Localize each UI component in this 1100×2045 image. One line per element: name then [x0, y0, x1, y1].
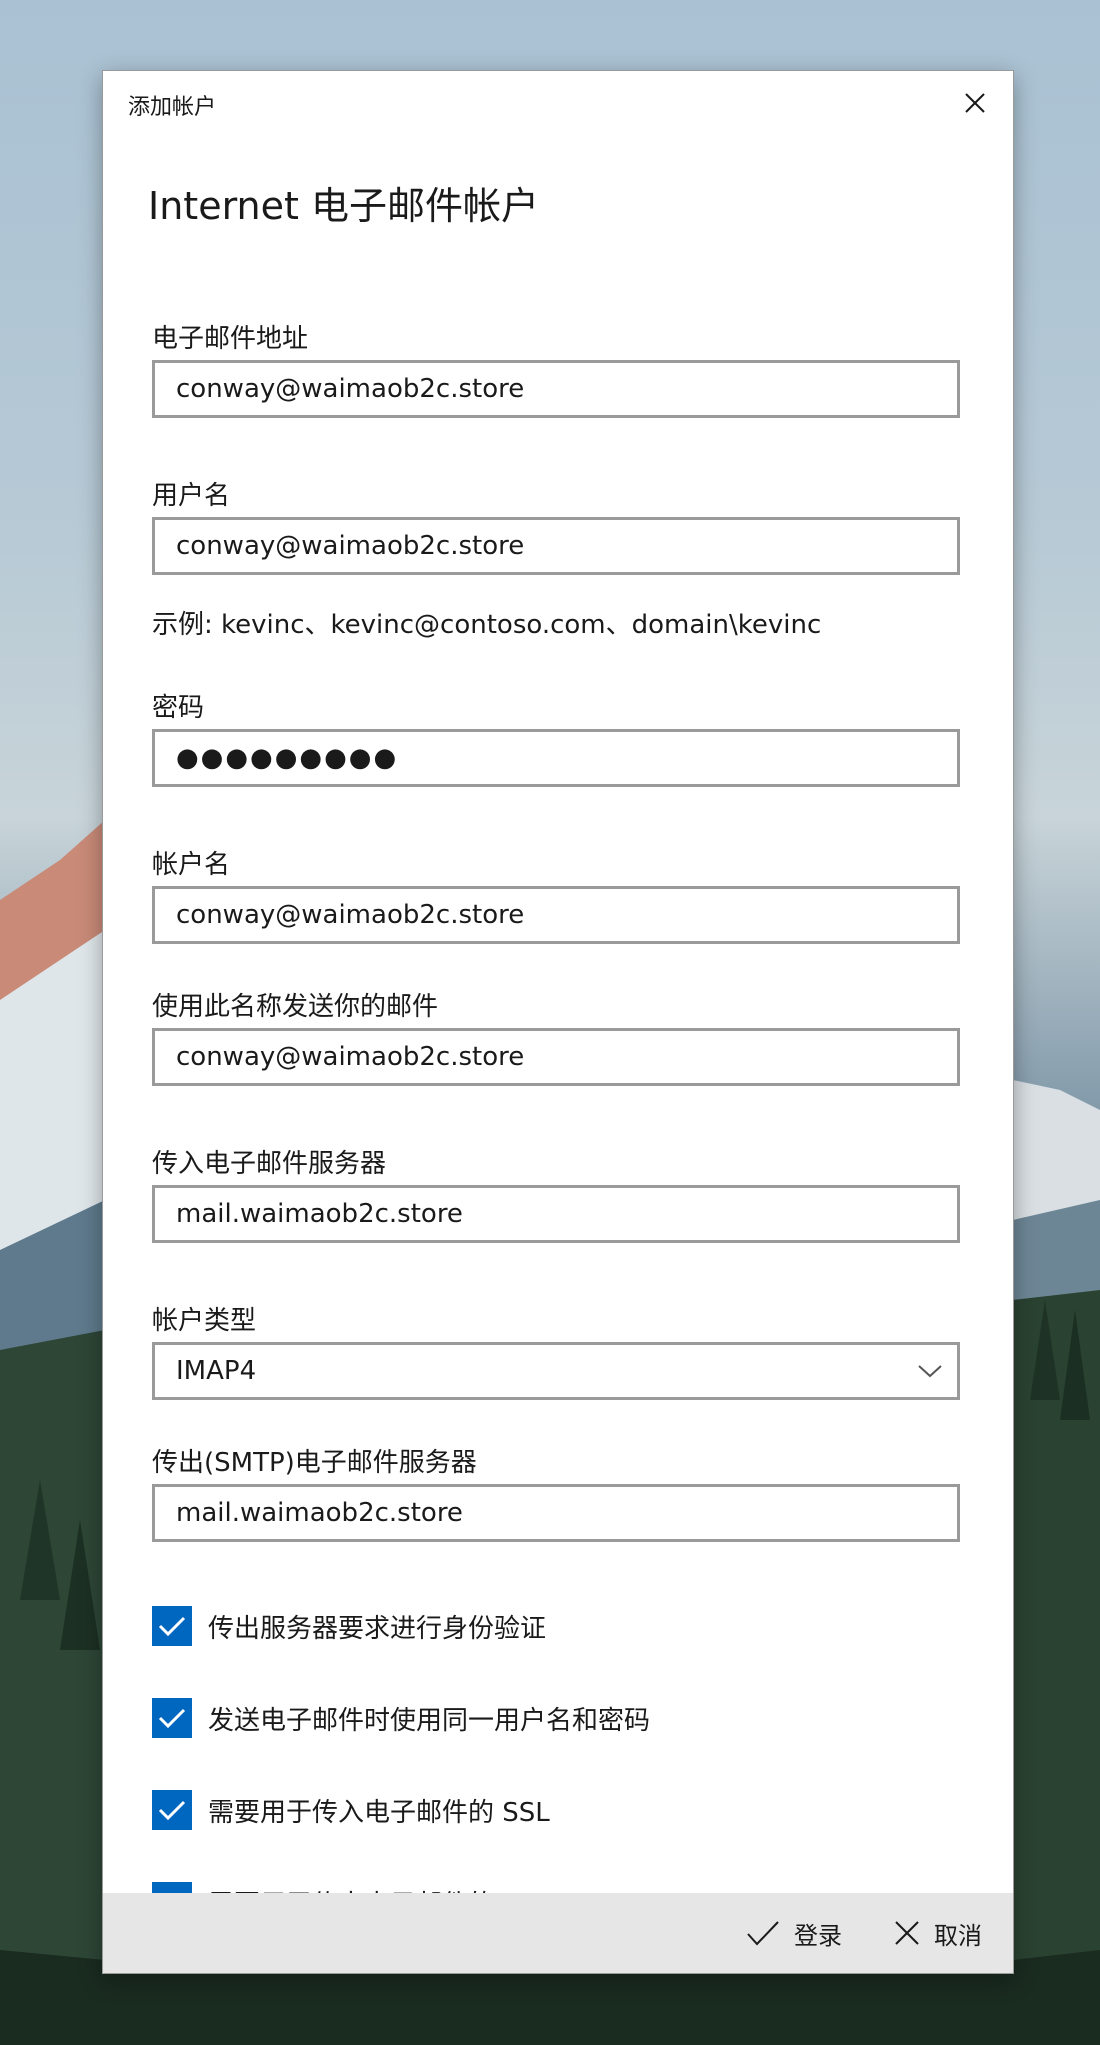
outgoing-server-field[interactable]: mail.waimaob2c.store: [152, 1484, 960, 1542]
username-hint: 示例: kevinc、kevinc@contoso.com、domain\kev…: [152, 610, 822, 640]
checkbox-outgoing-auth[interactable]: 传出服务器要求进行身份验证: [152, 1605, 546, 1647]
account-name-field[interactable]: conway@waimaob2c.store: [152, 886, 960, 944]
account-type-value: IMAP4: [176, 1356, 257, 1386]
send-name-field[interactable]: conway@waimaob2c.store: [152, 1028, 960, 1086]
account-type-label: 帐户类型: [152, 1306, 257, 1336]
checkbox-box: [152, 1698, 192, 1738]
incoming-server-label: 传入电子邮件服务器: [152, 1149, 387, 1179]
title-bar: 添加帐户: [103, 71, 1013, 135]
checkmark-icon: [158, 1800, 186, 1821]
username-label: 用户名: [152, 481, 231, 511]
account-name-label: 帐户名: [152, 850, 231, 880]
page-heading: Internet 电子邮件帐户: [148, 184, 539, 228]
signin-label: 登录: [794, 1921, 842, 1950]
outgoing-server-label: 传出(SMTP)电子邮件服务器: [152, 1448, 477, 1478]
close-button[interactable]: [951, 79, 999, 127]
add-account-dialog: 添加帐户 Internet 电子邮件帐户 电子邮件地址 conway@waima…: [103, 71, 1013, 1973]
username-field[interactable]: conway@waimaob2c.store: [152, 517, 960, 575]
email-field[interactable]: conway@waimaob2c.store: [152, 360, 960, 418]
window-title: 添加帐户: [128, 95, 217, 120]
checkmark-icon: [158, 1616, 186, 1637]
email-value: conway@waimaob2c.store: [176, 374, 525, 404]
checkmark-icon: [158, 1708, 186, 1729]
password-field[interactable]: ●●●●●●●●●: [152, 729, 960, 787]
close-icon: [965, 93, 985, 113]
dialog-footer: 登录 取消: [103, 1893, 1013, 1973]
checkbox-same-credentials[interactable]: 发送电子邮件时使用同一用户名和密码: [152, 1697, 650, 1739]
checkbox-incoming-ssl[interactable]: 需要用于传入电子邮件的 SSL: [152, 1789, 550, 1831]
outgoing-server-value: mail.waimaob2c.store: [176, 1498, 463, 1528]
checkmark-icon: [747, 1921, 779, 1946]
chevron-down-icon: [918, 1365, 942, 1378]
signin-button[interactable]: 登录: [746, 1909, 842, 1957]
checkbox-box: [152, 1606, 192, 1646]
password-label: 密码: [152, 693, 205, 723]
send-name-value: conway@waimaob2c.store: [176, 1042, 525, 1072]
cancel-button[interactable]: 取消: [894, 1909, 982, 1957]
cancel-icon: [895, 1921, 919, 1945]
incoming-server-value: mail.waimaob2c.store: [176, 1199, 463, 1229]
checkbox-label: 需要用于传入电子邮件的 SSL: [208, 1797, 550, 1828]
send-name-label: 使用此名称发送你的邮件: [152, 992, 439, 1022]
checkbox-label: 发送电子邮件时使用同一用户名和密码: [208, 1705, 651, 1736]
account-type-select[interactable]: IMAP4: [152, 1342, 960, 1400]
account-name-value: conway@waimaob2c.store: [176, 900, 525, 930]
cancel-label: 取消: [934, 1921, 982, 1950]
email-label: 电子邮件地址: [152, 324, 309, 354]
checkbox-label: 传出服务器要求进行身份验证: [208, 1613, 547, 1644]
password-value: ●●●●●●●●●: [176, 743, 399, 773]
incoming-server-field[interactable]: mail.waimaob2c.store: [152, 1185, 960, 1243]
username-value: conway@waimaob2c.store: [176, 531, 525, 561]
checkbox-box: [152, 1790, 192, 1830]
